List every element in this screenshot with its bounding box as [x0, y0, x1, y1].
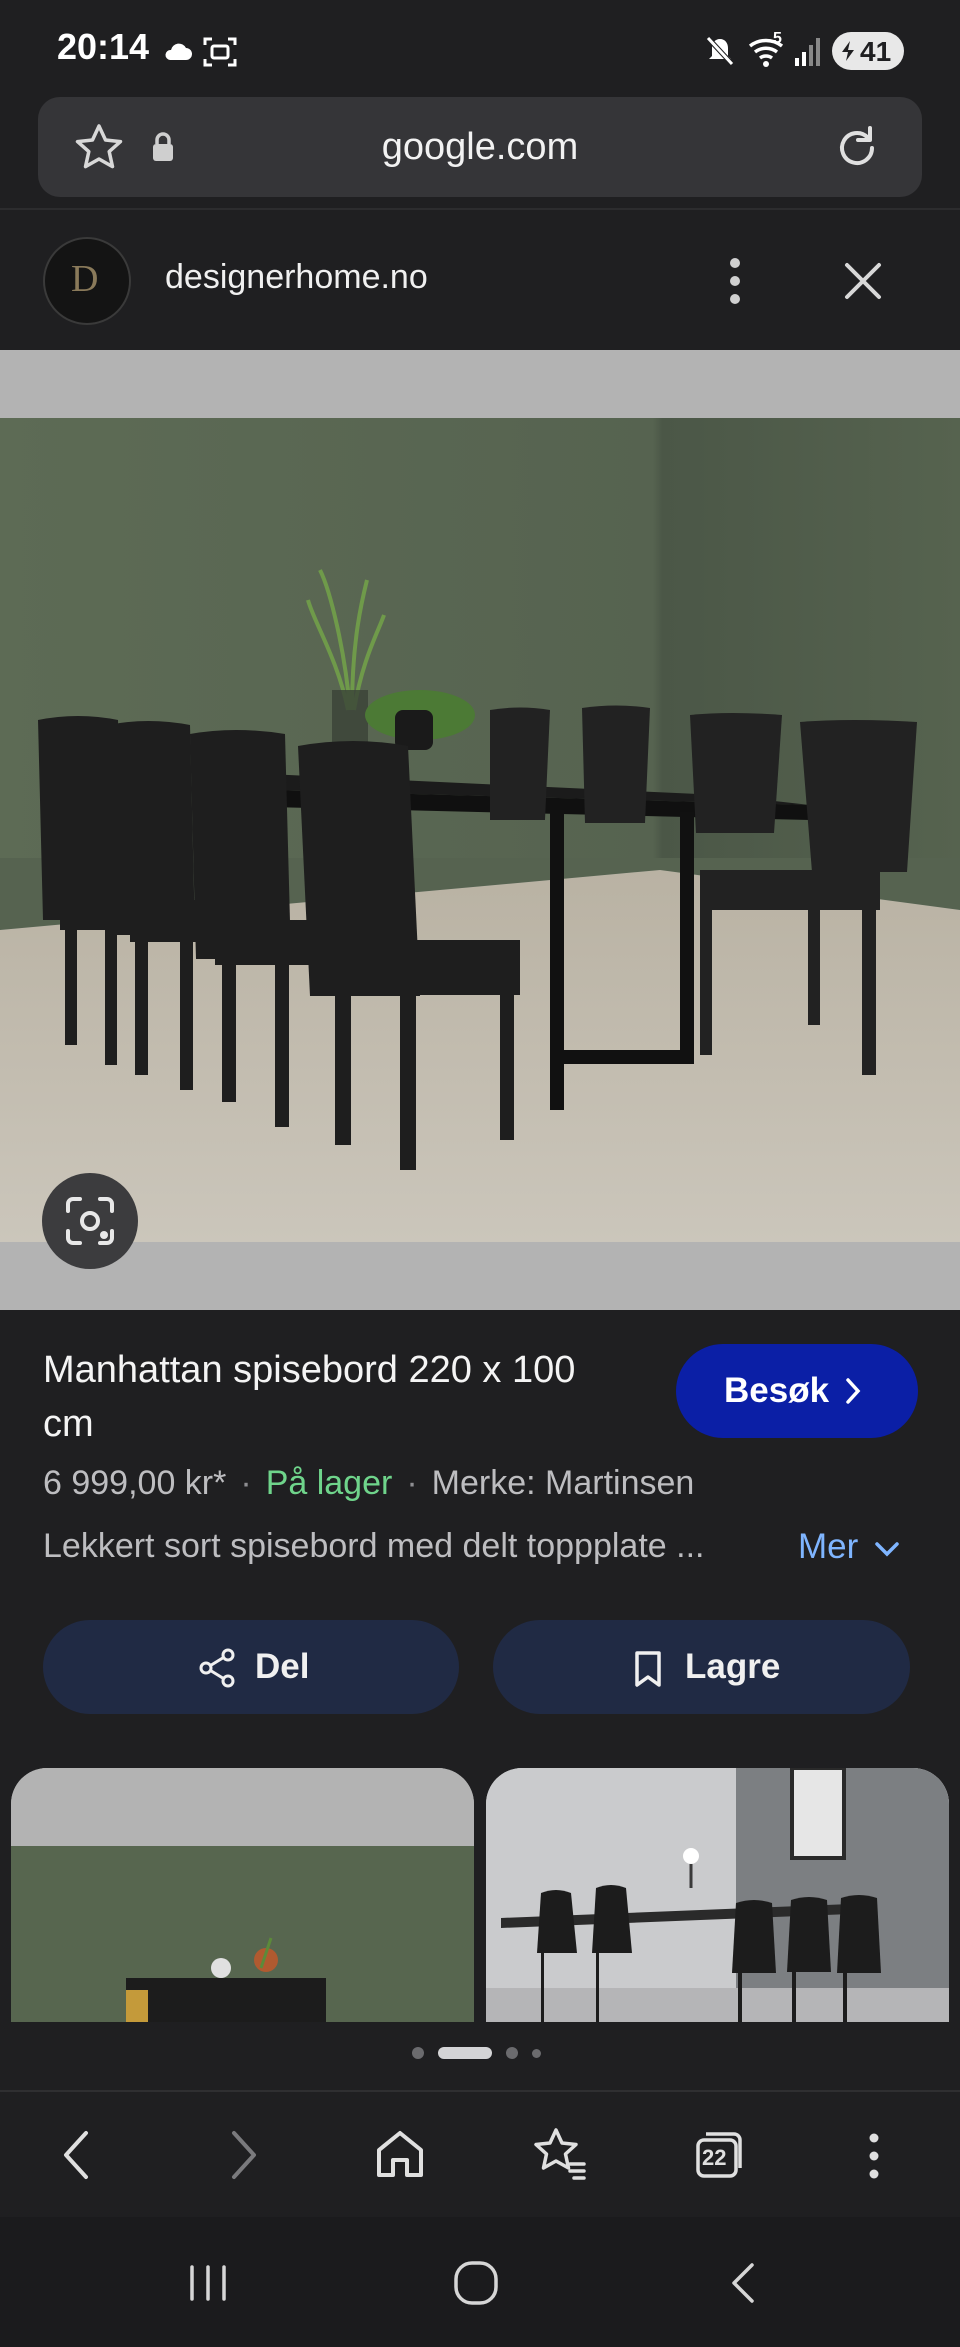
visit-button[interactable]: Besøk	[676, 1344, 918, 1438]
close-icon[interactable]	[843, 261, 883, 301]
product-image[interactable]	[0, 350, 960, 1310]
related-image-photo	[486, 1768, 949, 2022]
related-image[interactable]	[486, 1768, 949, 2022]
related-image-photo	[11, 1768, 474, 2022]
more-vert-icon[interactable]	[722, 256, 748, 306]
lens-icon	[66, 1197, 114, 1245]
separator-dot: ·	[406, 1464, 418, 1502]
address-bar[interactable]: google.com	[38, 97, 922, 197]
site-logo[interactable]: D	[43, 237, 131, 325]
battery-icon: 41	[832, 32, 904, 70]
site-header	[0, 210, 960, 350]
wifi-icon	[748, 38, 784, 67]
visit-button-label: Besøk	[724, 1371, 830, 1410]
product-brand: Merke: Martinsen	[431, 1464, 695, 1502]
share-button[interactable]: Del	[43, 1620, 459, 1714]
lens-button[interactable]	[42, 1173, 138, 1269]
separator-dot: ·	[240, 1464, 252, 1502]
status-bar: 20:14 5 41	[0, 0, 960, 95]
product-price: 6 999,00 kr*	[43, 1464, 227, 1502]
home-icon[interactable]	[374, 2128, 426, 2180]
chevron-right-icon	[846, 1378, 861, 1404]
signal-icon	[795, 38, 820, 66]
more-link[interactable]: Mer	[798, 1527, 900, 1567]
pager-dot	[412, 2047, 424, 2059]
back-icon[interactable]	[58, 2128, 98, 2182]
bookmarks-icon[interactable]	[532, 2126, 588, 2182]
product-title[interactable]: Manhattan spisebord 220 x 100 cm	[43, 1343, 603, 1451]
stock-status: På lager	[265, 1464, 393, 1502]
battery-level: 41	[860, 36, 892, 67]
wifi-label: 5	[773, 30, 782, 47]
browser-toolbar: 22	[0, 2092, 960, 2217]
pager-dot	[532, 2049, 541, 2058]
dining-set-photo	[0, 350, 960, 1310]
pager-dot-active	[438, 2047, 492, 2059]
screenshot-icon	[203, 37, 237, 67]
cloud-icon	[165, 43, 192, 60]
more-label: Mer	[798, 1527, 859, 1566]
home-circle-icon[interactable]	[452, 2259, 500, 2307]
mute-icon	[706, 36, 734, 66]
site-logo-text: D	[71, 258, 99, 300]
star-icon[interactable]	[74, 123, 124, 171]
recents-icon[interactable]	[186, 2263, 230, 2303]
tab-count: 22	[702, 2145, 727, 2170]
related-image[interactable]	[11, 1768, 474, 2022]
save-button[interactable]: Lagre	[493, 1620, 910, 1714]
forward-icon[interactable]	[222, 2128, 262, 2182]
share-icon	[199, 1648, 235, 1688]
bookmark-icon	[635, 1651, 661, 1687]
product-meta: 6 999,00 kr* · På lager · Merke: Martinsen	[43, 1464, 694, 1503]
chevron-down-icon	[875, 1542, 899, 1557]
lock-icon	[153, 132, 173, 161]
status-time: 20:14	[57, 26, 150, 67]
pager-dot	[506, 2047, 518, 2059]
reload-icon[interactable]	[832, 123, 882, 173]
tabs-button[interactable]: 22	[694, 2130, 744, 2180]
site-name[interactable]: designerhome.no	[165, 258, 428, 297]
system-nav-bar	[0, 2217, 960, 2347]
menu-icon[interactable]	[866, 2132, 882, 2180]
system-back-icon[interactable]	[728, 2261, 760, 2305]
share-label: Del	[255, 1647, 310, 1686]
product-description: Lekkert sort spisebord med delt toppplat…	[43, 1527, 705, 1565]
save-label: Lagre	[685, 1647, 781, 1686]
